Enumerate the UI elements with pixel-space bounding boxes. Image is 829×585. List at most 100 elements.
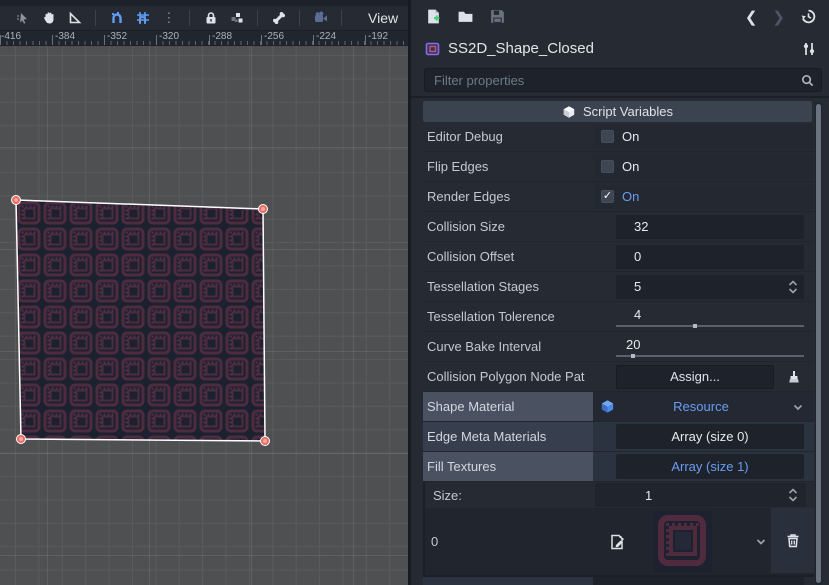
ss2d-shape-polygon[interactable] [16, 200, 265, 441]
ruler-label: -416 [1, 31, 21, 42]
camera-icon [313, 10, 329, 26]
2d-canvas[interactable] [0, 46, 408, 585]
snap-options-button[interactable]: ⋮ [160, 8, 177, 28]
hand-icon [41, 10, 57, 26]
array-size-row: Size: 1 [423, 482, 814, 508]
grid-snap-icon [135, 10, 151, 26]
fill-textures-array[interactable]: Array (size 1) [616, 454, 804, 479]
curve-bake-interval-slider[interactable] [616, 355, 804, 357]
viewport-panel: ⋮ [0, 0, 408, 585]
ruler-label: -288 [212, 31, 232, 42]
lock-icon [203, 10, 219, 26]
scrollbar-thumb[interactable] [816, 104, 821, 583]
property-row-tessellation-tolerence: Tessellation Tolerence 4 [423, 302, 814, 332]
spinner-arrows-icon[interactable] [788, 488, 798, 502]
chevron-down-icon [792, 401, 804, 413]
pan-tool-button[interactable] [40, 8, 57, 28]
canvas-toolbar: ⋮ [0, 6, 408, 31]
edit-resource-icon[interactable] [609, 534, 625, 550]
property-row-collision-offset: Collision Offset 0 [423, 242, 814, 272]
select-cursor-icon [15, 10, 31, 26]
clear-brush-icon[interactable] [786, 369, 802, 385]
resource-cube-icon [600, 399, 615, 414]
skeleton-options-button[interactable] [312, 8, 329, 28]
property-row-render-edges: Render Edges ✓ On [423, 182, 814, 212]
node-title: SS2D_Shape_Closed [448, 40, 794, 57]
grid-snap-button[interactable] [134, 8, 151, 28]
smart-snap-icon [109, 10, 125, 26]
toolbar-separator [95, 10, 96, 26]
save-icon[interactable] [489, 8, 506, 25]
property-row-shape-material: Shape Material Resource [423, 392, 814, 422]
select-tool-button[interactable] [14, 8, 31, 28]
property-row-edge-meta-materials: Edge Meta Materials Array (size 0) [423, 422, 814, 452]
property-row-tessellation-stages: Tessellation Stages 5 [423, 272, 814, 302]
property-row-fill-textures: Fill Textures Array (size 1) [423, 452, 814, 482]
shape-drawing [0, 46, 408, 585]
toolbar-separator [257, 10, 258, 26]
slider-grabber[interactable] [693, 324, 697, 328]
history-icon[interactable] [800, 8, 817, 25]
fill-texture-preview[interactable] [654, 511, 712, 572]
filter-row: Filter properties [411, 64, 829, 96]
section-script-variables[interactable]: Script Variables [423, 101, 812, 122]
property-row-collision-polygon-node-path: Collision Polygon Node Pat Assign... [423, 362, 814, 392]
filter-properties-input[interactable]: Filter properties [424, 68, 822, 92]
ruler-tool-button[interactable] [66, 8, 83, 28]
spinner-arrows-icon[interactable] [788, 280, 798, 294]
filter-placeholder: Filter properties [434, 73, 800, 88]
array-size-label: Size: [425, 488, 595, 503]
trash-icon[interactable] [785, 532, 801, 549]
toolbar-separator [299, 10, 300, 26]
smart-snap-button[interactable] [108, 8, 125, 28]
ruler-label: -256 [264, 31, 284, 42]
tessellation-stages-field[interactable]: 5 [616, 275, 804, 299]
history-back-button[interactable]: ❮ [745, 8, 758, 26]
toolbar-separator [189, 10, 190, 26]
horizontal-ruler: -416 -384 -352 -320 -288 -256 -224 -192 [0, 31, 408, 46]
ss2d-node-icon [425, 41, 441, 57]
lock-button[interactable] [202, 8, 219, 28]
inspector-scrollbar[interactable] [815, 102, 822, 585]
editor-debug-checkbox[interactable] [601, 130, 614, 143]
ruler-label: -384 [55, 31, 75, 42]
view-menu-button[interactable]: View [358, 10, 408, 26]
ruler-label: -224 [316, 31, 336, 42]
assign-button[interactable]: Assign... [616, 365, 774, 389]
shape-material-resource[interactable]: Resource [593, 392, 814, 421]
tessellation-tolerence-slider[interactable] [616, 325, 804, 327]
element-index: 0 [425, 534, 438, 549]
property-row-flip-edges: Flip Edges On [423, 152, 814, 182]
ruler-label: -352 [107, 31, 127, 42]
editor-window: ⋮ [0, 0, 829, 585]
check-icon: ✓ [603, 191, 612, 202]
edge-meta-materials-array[interactable]: Array (size 0) [616, 424, 804, 449]
section-title: Script Variables [583, 104, 673, 119]
search-icon [800, 73, 815, 88]
flip-edges-checkbox[interactable] [601, 160, 614, 173]
array-size-field[interactable]: 1 [595, 483, 806, 507]
chevron-down-icon[interactable] [755, 536, 767, 548]
collision-offset-field[interactable]: 0 [616, 245, 804, 269]
edited-object-row: SS2D_Shape_Closed [411, 33, 829, 64]
extra-tools-icon[interactable] [801, 41, 817, 57]
inspector-panel: ❮ ❯ SS2D_Shape_Closed Filter properti [408, 0, 829, 585]
array-element-row: 0 [423, 508, 814, 575]
toolbar-separator [341, 10, 342, 26]
group-button[interactable] [228, 8, 245, 28]
tessellation-tolerence-value[interactable]: 4 [634, 307, 641, 322]
load-folder-icon[interactable] [457, 8, 474, 25]
object-cube-icon [562, 105, 576, 119]
inspector-scroll-area: Script Variables Editor Debug On Flip Ed… [411, 96, 829, 585]
property-row-collision-size: Collision Size 32 [423, 212, 814, 242]
vertical-dots-icon: ⋮ [162, 10, 175, 26]
curve-bake-interval-value[interactable]: 20 [626, 337, 640, 352]
slider-grabber[interactable] [631, 354, 635, 358]
history-forward-button[interactable]: ❯ [772, 8, 785, 26]
next-property-partial [423, 575, 814, 585]
new-resource-icon[interactable] [425, 8, 442, 25]
ruler-triangle-icon [67, 10, 83, 26]
collision-size-field[interactable]: 32 [616, 215, 804, 239]
bone-button[interactable] [270, 8, 287, 28]
render-edges-checkbox[interactable]: ✓ [601, 190, 614, 203]
